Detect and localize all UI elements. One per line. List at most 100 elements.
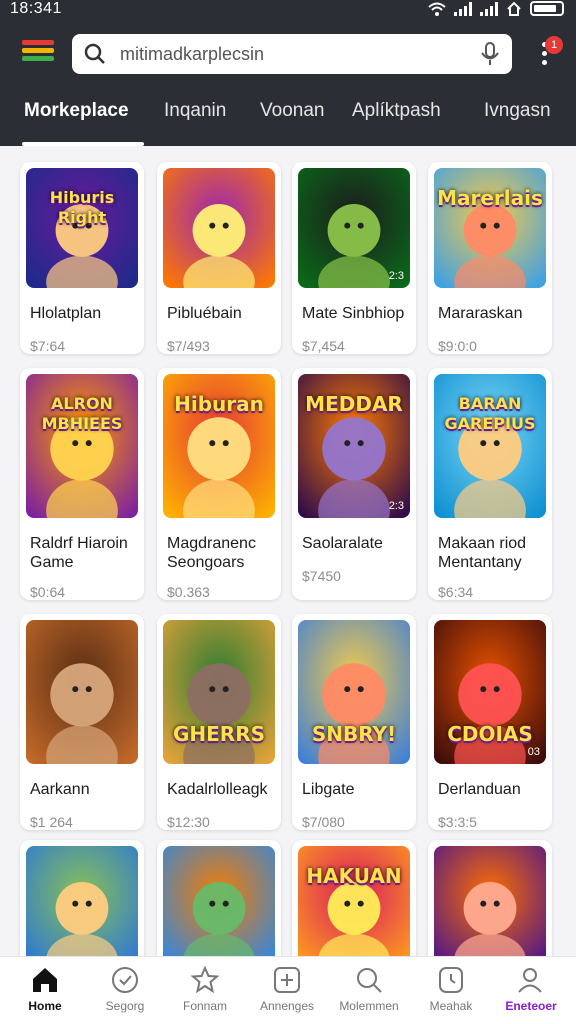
nav-label: Molemmen	[339, 999, 399, 1013]
product-thumbnail[interactable]: CDOIAS 03	[434, 620, 546, 764]
artwork-text: GHERRS	[172, 722, 266, 746]
product-thumbnail[interactable]	[163, 846, 275, 966]
active-tab-indicator	[22, 142, 144, 146]
product-card[interactable]: GHERRS Kadalrlolleagk $12:30	[157, 614, 281, 830]
product-thumbnail[interactable]: 2:3	[298, 168, 410, 288]
product-card[interactable]: SNBRY! Libgate $7/080	[292, 614, 416, 830]
artwork-text: BARAN GAREPIUS	[444, 394, 536, 433]
thumbnail-badge: 2:3	[388, 270, 404, 282]
product-price: $9:0:0	[438, 338, 477, 354]
battery-icon	[530, 1, 564, 16]
product-thumbnail[interactable]: GHERRS	[163, 620, 275, 764]
search-icon	[84, 43, 105, 64]
product-thumbnail[interactable]: SNBRY!	[298, 620, 410, 764]
product-card[interactable]: Hiburan Magdranenc Seongoars $0.363	[157, 368, 281, 600]
nav-label: Eneteoer	[505, 999, 557, 1013]
home-icon	[33, 968, 57, 992]
status-time: 18:341	[10, 0, 62, 17]
artwork-text: ALRON MBHIEES	[41, 394, 123, 433]
nav-label: Home	[28, 999, 62, 1013]
product-price: $0.363	[167, 584, 210, 600]
search-input[interactable]: mitimadkarplecsin	[120, 44, 264, 65]
signal-icon-2	[480, 1, 498, 16]
artwork-text: Marerlais	[437, 186, 543, 210]
product-price: $1 264	[30, 814, 73, 830]
product-price: $7/493	[167, 338, 210, 354]
product-card[interactable]: 2:3 Mate Sinbhiop $7,454	[292, 162, 416, 354]
product-thumbnail[interactable]: Hiburan	[163, 374, 275, 518]
user-icon	[518, 968, 542, 993]
notification-badge: 1	[545, 36, 563, 54]
product-card[interactable]: Marerlais Mararaskan $9:0:0	[428, 162, 552, 354]
plus-box-icon	[274, 967, 300, 993]
product-thumbnail[interactable]: MEDDAR 2:3	[298, 374, 410, 518]
nav-item-6[interactable]: Meahak	[410, 957, 492, 1024]
product-thumbnail[interactable]	[26, 620, 138, 764]
product-thumbnail[interactable]: BARAN GAREPIUS	[434, 374, 546, 518]
check-circle-icon	[112, 967, 138, 993]
nav-label: Meahak	[429, 999, 473, 1013]
product-card[interactable]: Aarkann $1 264	[20, 614, 144, 830]
product-price: $3:3:5	[438, 814, 477, 830]
product-thumbnail[interactable]	[163, 168, 275, 288]
product-card[interactable]: BARAN GAREPIUS Makaan riod Mentantany $6:3…	[428, 368, 552, 600]
product-thumbnail[interactable]: HAKUAN	[298, 846, 410, 966]
product-title: Kadalrlolleagk	[167, 781, 268, 798]
nav-label: Annenges	[259, 999, 315, 1013]
thumbnail-badge: 2:3	[388, 500, 404, 512]
marketplace-screen: 18:341 mitimadkarplecsin 1 Morkeplace In…	[0, 0, 576, 1024]
thumbnail-badge: 03	[527, 746, 540, 758]
product-price: $7450	[302, 568, 341, 584]
product-price: $7,454	[302, 338, 345, 354]
nav-item-2[interactable]: Segorg	[84, 957, 166, 1024]
product-price: $0:64	[30, 584, 66, 600]
nav-item-7[interactable]: Eneteoer	[490, 957, 572, 1024]
product-title: Magdranenc Seongoars	[167, 535, 256, 571]
tab-3[interactable]: Voonan	[260, 100, 324, 122]
status-bar: 18:341	[0, 0, 576, 22]
nav-home[interactable]: Home	[4, 957, 86, 1024]
product-title: Pibluébain	[167, 305, 242, 322]
tab-2[interactable]: Inqanin	[164, 100, 226, 122]
product-card[interactable]: CDOIAS 03 Derlanduan $3:3:5	[428, 614, 552, 830]
product-title: Derlanduan	[438, 781, 521, 798]
nav-label: Segorg	[105, 999, 145, 1013]
nav-item-4[interactable]: Annenges	[246, 957, 328, 1024]
product-title: Makaan riod Mentantany	[438, 535, 527, 571]
status-icons	[428, 1, 564, 16]
product-thumbnail[interactable]: ALRON MBHIEES	[26, 374, 138, 518]
product-title: Aarkann	[30, 781, 90, 798]
product-card[interactable]: Hiburis Right Hlolatplan $7:64	[20, 162, 144, 354]
artwork-text: SNBRY!	[311, 722, 397, 746]
artwork-text: MEDDAR	[305, 392, 403, 416]
signal-icon	[454, 1, 472, 16]
product-card[interactable]: Pibluébain $7/493	[157, 162, 281, 354]
nav-item-3[interactable]: Fonnam	[164, 957, 246, 1024]
artwork-text: CDOIAS	[447, 722, 533, 746]
tab-marketplace[interactable]: Morkeplace	[24, 100, 129, 122]
product-thumbnail[interactable]: Marerlais	[434, 168, 546, 288]
bottom-navigation: Home Segorg Fonnam Annenges Molemmen Mea…	[0, 956, 576, 1024]
search-bar[interactable]: mitimadkarplecsin	[72, 34, 512, 74]
product-thumbnail[interactable]: Hiburis Right	[26, 168, 138, 288]
product-thumbnail[interactable]	[26, 846, 138, 966]
product-price: $12:30	[167, 814, 210, 830]
artwork-text: Hiburis Right	[49, 188, 115, 227]
tab-5[interactable]: Ivngasn	[484, 100, 551, 122]
product-price: $6:34	[438, 584, 474, 600]
tab-4[interactable]: Aplíktpash	[352, 100, 441, 122]
product-card[interactable]: ALRON MBHIEES Raldrf Hiaroin Game $0:64	[20, 368, 144, 600]
wifi-icon	[428, 2, 446, 16]
product-title: Mate Sinbhiop	[302, 305, 405, 322]
product-thumbnail[interactable]	[434, 846, 546, 966]
menu-button[interactable]	[22, 40, 54, 66]
category-tabs: Morkeplace Inqanin Voonan Aplíktpash Ivn…	[0, 96, 576, 146]
nav-item-5[interactable]: Molemmen	[328, 957, 410, 1024]
product-card[interactable]: MEDDAR 2:3 Saolaralate $7450	[292, 368, 416, 600]
artwork-text: Hiburan	[174, 392, 264, 416]
product-price: $7:64	[30, 338, 66, 354]
product-title: Raldrf Hiaroin Game	[30, 535, 128, 571]
microphone-icon[interactable]	[480, 42, 500, 66]
app-header: 18:341 mitimadkarplecsin 1 Morkeplace In…	[0, 0, 576, 146]
timer-icon	[439, 967, 463, 993]
